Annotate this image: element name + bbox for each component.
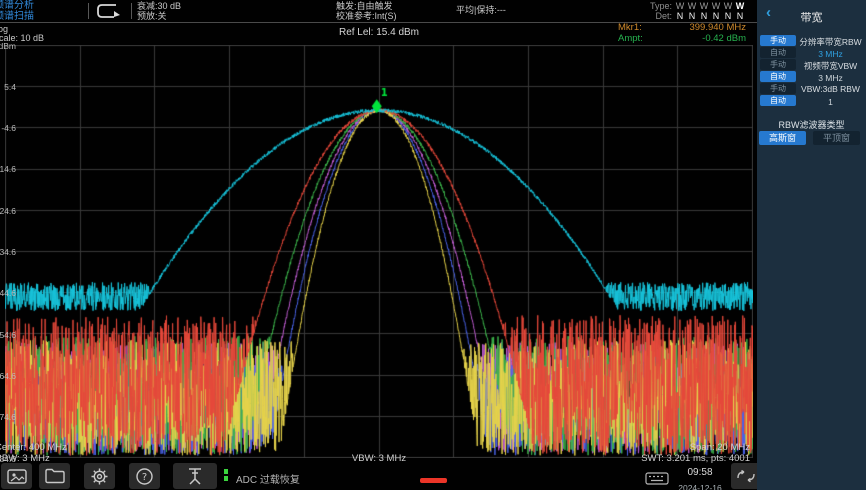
average-hold-label: 平均|保持:--- bbox=[456, 3, 506, 16]
adc-status-led bbox=[224, 469, 228, 481]
trace-letter: W bbox=[710, 1, 722, 11]
ratio-value[interactable]: 1 bbox=[797, 97, 864, 107]
amplitude-value: -0.42 dBm bbox=[702, 34, 746, 45]
folder-icon bbox=[45, 468, 65, 484]
trace-letter: N bbox=[686, 11, 698, 21]
ratio-auto-button[interactable]: 自动 bbox=[760, 95, 796, 106]
mode-tab-sweep[interactable]: 频谱扫描 bbox=[0, 12, 34, 23]
vbw-manual-button[interactable]: 手动 bbox=[760, 59, 796, 70]
screenshot-button[interactable] bbox=[1, 463, 32, 489]
rbw-row-label: 分辨率带宽RBW bbox=[797, 36, 864, 48]
trace-letter: W bbox=[698, 1, 710, 11]
y-axis-label: -54.6 bbox=[0, 330, 16, 340]
keyboard-icon bbox=[645, 472, 669, 485]
panel-title: 带宽 bbox=[757, 9, 866, 25]
attenuation-block: 衰减:30 dB 预放:关 bbox=[137, 1, 181, 21]
remote-link-button[interactable] bbox=[731, 463, 760, 489]
cal-ref-label: 校准参考:Int(S) bbox=[336, 11, 397, 21]
type-label: Type: bbox=[650, 1, 672, 11]
trace-letter: N bbox=[710, 11, 722, 21]
ratio-manual-button[interactable]: 手动 bbox=[760, 83, 796, 94]
marker-frequency: 399.940 MHz bbox=[689, 23, 746, 34]
spectrum-analyzer-screen: { "header": { "mode_line1": "频谱分析", "mod… bbox=[0, 0, 866, 490]
flattop-window-button[interactable]: 平顶窗 bbox=[813, 131, 860, 145]
keyboard-button[interactable] bbox=[645, 472, 669, 485]
help-icon: ? bbox=[135, 467, 154, 486]
preamp-label: 预放:关 bbox=[137, 11, 181, 21]
record-indicator[interactable] bbox=[420, 478, 447, 483]
span-label: Span: 20 MHz bbox=[690, 442, 750, 453]
type-values: WWWWWW bbox=[674, 1, 746, 11]
rbw-value[interactable]: 3 MHz bbox=[797, 49, 864, 59]
marker-label: Mkr1: bbox=[618, 23, 642, 34]
trace-letter: N bbox=[722, 11, 734, 21]
ratio-row-label: VBW:3dB RBW bbox=[797, 84, 864, 94]
instrument-tool-button[interactable] bbox=[173, 463, 217, 489]
rbw-manual-button[interactable]: 手动 bbox=[760, 35, 796, 46]
trace-letter: N bbox=[698, 11, 710, 21]
trace-letter: N bbox=[674, 11, 686, 21]
vbw-row-label: 视频带宽VBW bbox=[797, 60, 864, 72]
gaussian-window-button[interactable]: 高斯窗 bbox=[759, 131, 806, 145]
det-values: NNNNNN bbox=[674, 11, 746, 21]
trace-letter: W bbox=[734, 1, 746, 11]
svg-text:?: ? bbox=[142, 472, 147, 483]
vbw-auto-button[interactable]: 自动 bbox=[760, 71, 796, 82]
help-button[interactable]: ? bbox=[129, 463, 160, 489]
y-axis-label: -34.6 bbox=[0, 247, 16, 257]
file-manager-button[interactable] bbox=[39, 463, 70, 489]
trace-letter: W bbox=[674, 1, 686, 11]
rbw-auto-button[interactable]: 自动 bbox=[760, 47, 796, 58]
probe-icon bbox=[185, 467, 205, 486]
marker-readout: Mkr1: 399.940 MHz Ampt: -0.42 dBm bbox=[618, 23, 746, 44]
det-label: Det: bbox=[655, 11, 672, 21]
swap-arrows-icon bbox=[736, 469, 756, 483]
y-axis-label: 5.4 bbox=[4, 82, 16, 92]
bandwidth-menu-panel: ‹ 带宽 手动 自动 分辨率带宽RBW 3 MHz 手动 自动 视频带宽VBW … bbox=[757, 0, 866, 490]
screenshot-icon bbox=[7, 468, 27, 485]
attenuation-label: 衰减:30 dB bbox=[137, 1, 181, 11]
mode-tabs[interactable]: 频谱分析 频谱扫描 bbox=[0, 1, 34, 22]
y-axis-label: -14.6 bbox=[0, 164, 16, 174]
topbar-divider bbox=[88, 3, 89, 19]
topbar-divider bbox=[131, 3, 132, 19]
center-frequency-label: Center: 400 MHz bbox=[0, 442, 67, 453]
mode-tab-analysis[interactable]: 频谱分析 bbox=[0, 1, 34, 12]
trace-letter: N bbox=[734, 11, 746, 21]
trace-type-det-block: Type:WWWWWW Det:NNNNNN bbox=[650, 1, 746, 21]
clock-date: 2024-12-16 bbox=[672, 483, 728, 490]
y-axis-label: -74.6 bbox=[0, 412, 16, 422]
spectrum-display[interactable] bbox=[5, 45, 753, 458]
settings-button[interactable] bbox=[84, 463, 115, 489]
y-axis-label: -4.6 bbox=[1, 123, 16, 133]
adc-status-message: ADC 过载恢复 bbox=[236, 471, 300, 486]
amplitude-label: Ampt: bbox=[618, 34, 643, 45]
filter-type-label: RBW滤波器类型 bbox=[757, 118, 866, 131]
clock-time: 09:58 bbox=[672, 467, 728, 478]
trace-letter: W bbox=[722, 1, 734, 11]
y-axis-label: -24.6 bbox=[0, 206, 16, 216]
vbw-value[interactable]: 3 MHz bbox=[797, 73, 864, 83]
trigger-block: 触发:自由触发 校准参考:Int(S) bbox=[336, 1, 397, 21]
gear-icon bbox=[90, 467, 109, 486]
continuous-sweep-icon[interactable] bbox=[95, 3, 123, 19]
y-axis-label: -64.6 bbox=[0, 371, 16, 381]
trigger-label: 触发:自由触发 bbox=[336, 1, 397, 11]
y-axis-label: -44.6 bbox=[0, 288, 16, 298]
trace-letter: W bbox=[686, 1, 698, 11]
y-axis-label: dBm bbox=[0, 41, 16, 51]
